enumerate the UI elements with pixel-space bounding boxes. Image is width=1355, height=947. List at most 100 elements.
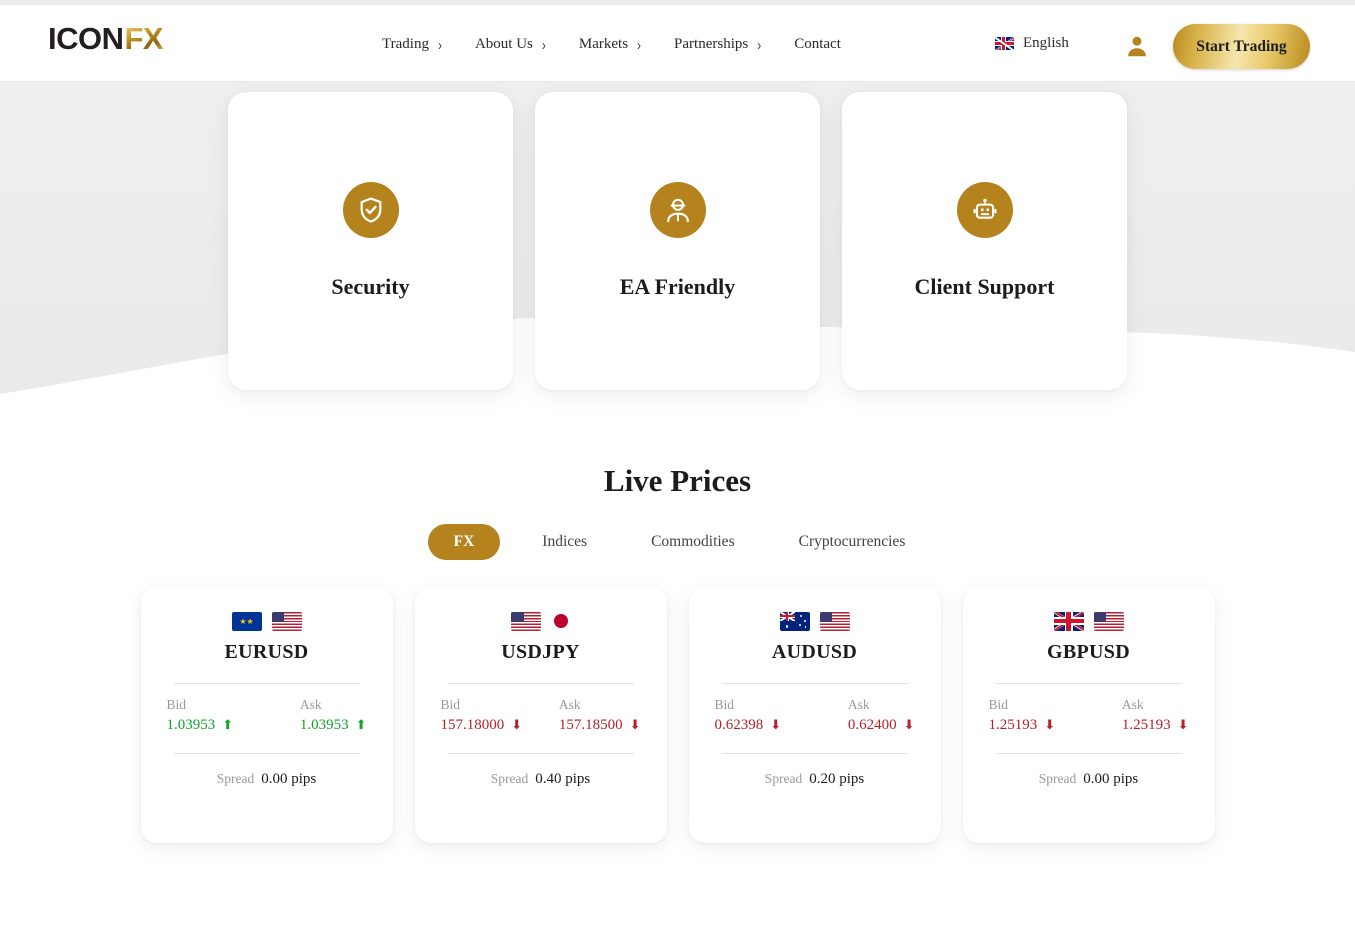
spread-value: 0.20 pips [809,771,865,787]
bid-value-wrap: 1.03953 ⬆ [167,717,234,734]
price-card-eurusd[interactable]: ★★ EURUSD Bid 1.03953 ⬆ Ask 1.03953 ⬆ Sp… [140,587,393,843]
spread-label: Spread [764,771,803,786]
site-header: ICON FX Trading › About Us › Markets › Pa… [0,5,1355,82]
logo-text-accent: FX [124,21,164,56]
shield-check-icon [342,182,399,238]
feature-card-security[interactable]: Security [228,92,513,390]
brand-logo[interactable]: ICON FX [48,21,164,56]
bid-label: Bid [166,697,187,712]
bid-value: 157.18000 [440,717,505,733]
nav-label: About Us [474,36,533,52]
flag-pair [1053,611,1124,631]
bid-quote: Bid 157.18000 ⬇ [441,697,523,734]
au-flag-icon [779,611,810,631]
bid-quote: Bid 1.03953 ⬆ [167,697,234,734]
card-divider-top [721,683,908,684]
spread-value: 0.00 pips [261,771,317,787]
main-navigation: Trading › About Us › Markets › Partnersh… [382,35,841,54]
arrow-down-icon: ⬇ [903,718,915,733]
nav-label: Contact [794,36,841,52]
arrow-down-icon: ⬇ [511,718,523,733]
chevron-right-icon: › [541,35,546,54]
card-divider-bottom [721,753,908,754]
tab-indices[interactable]: Indices [520,524,609,560]
ask-label: Ask [299,697,322,712]
quote-row: Bid 157.18000 ⬇ Ask 157.18500 ⬇ [439,697,643,734]
spread-label: Spread [1038,771,1077,786]
quote-row: Bid 1.03953 ⬆ Ask 1.03953 ⬆ [165,697,369,734]
arrow-down-icon: ⬇ [629,718,641,733]
feature-cards-row: Security EA Friendly Client Support [0,92,1355,390]
chevron-right-icon: › [637,35,642,54]
ask-label: Ask [1121,697,1144,712]
price-card-gbpusd[interactable]: GBPUSD Bid 1.25193 ⬇ Ask 1.25193 ⬇ Sprea… [962,587,1215,843]
spread-row: Spread 0.20 pips [765,771,865,788]
ask-quote: Ask 0.62400 ⬇ [848,697,915,734]
quote-row: Bid 0.62398 ⬇ Ask 0.62400 ⬇ [713,697,917,734]
pair-symbol: AUDUSD [771,641,858,663]
bid-value: 1.25193 [988,717,1038,733]
card-divider-top [173,683,360,684]
nav-item-markets[interactable]: Markets › [579,35,642,54]
feature-card-ea-friendly[interactable]: EA Friendly [535,92,820,390]
nav-item-trading[interactable]: Trading › [382,35,442,54]
us-flag-icon [819,611,850,631]
spread-row: Spread 0.00 pips [1039,771,1139,788]
card-divider-top [447,683,634,684]
arrow-up-icon: ⬆ [222,718,234,733]
arrow-down-icon: ⬇ [770,718,782,733]
logo-text-primary: ICON [48,21,124,56]
card-divider-bottom [447,753,634,754]
feature-title: EA Friendly [619,274,736,299]
ask-label: Ask [847,697,870,712]
feature-title: Client Support [914,274,1055,299]
bid-label: Bid [440,697,461,712]
ask-quote: Ask 1.25193 ⬇ [1122,697,1189,734]
ask-value-wrap: 1.03953 ⬆ [300,717,367,734]
tab-cryptocurrencies[interactable]: Cryptocurrencies [777,524,928,560]
us-flag-icon [511,611,541,631]
user-account-icon[interactable] [1124,33,1150,59]
start-trading-button[interactable]: Start Trading [1173,24,1310,69]
bid-value: 0.62398 [714,717,764,733]
bid-value: 1.03953 [166,717,216,733]
flag-pair: ★★ [231,611,302,631]
feature-card-client-support[interactable]: Client Support [842,92,1127,390]
market-category-tabs: FX Indices Commodities Cryptocurrencies [0,524,1355,560]
spread-value: 0.00 pips [1083,771,1139,787]
bid-label: Bid [988,697,1009,712]
bid-value-wrap: 157.18000 ⬇ [441,717,523,734]
robot-icon [956,182,1013,238]
price-card-usdjpy[interactable]: USDJPY Bid 157.18000 ⬇ Ask 157.18500 ⬇ S… [414,587,667,843]
arrow-up-icon: ⬆ [355,718,367,733]
us-flag-icon [1093,611,1124,631]
nav-label: Trading [382,36,429,52]
bid-value-wrap: 1.25193 ⬇ [989,717,1056,734]
tab-fx[interactable]: FX [427,524,501,560]
spread-label: Spread [216,771,255,786]
nav-item-partnerships[interactable]: Partnerships › [674,35,762,54]
support-agent-icon [649,182,706,238]
arrow-down-icon: ⬇ [1177,718,1189,733]
language-label: English [1023,35,1069,51]
pair-symbol: USDJPY [501,641,580,663]
nav-item-about-us[interactable]: About Us › [474,35,546,54]
language-selector[interactable]: English [995,35,1069,52]
us-flag-icon [271,611,302,631]
chevron-right-icon: › [757,35,762,54]
ask-value: 1.03953 [299,717,349,733]
flag-pair [779,611,850,631]
arrow-down-icon: ⬇ [1044,718,1056,733]
spread-row: Spread 0.40 pips [491,771,591,788]
tab-commodities[interactable]: Commodities [629,524,757,560]
chevron-right-icon: › [437,35,442,54]
price-card-audusd[interactable]: AUDUSD Bid 0.62398 ⬇ Ask 0.62400 ⬇ Sprea… [688,587,941,843]
spread-label: Spread [490,771,529,786]
nav-item-contact[interactable]: Contact [794,36,841,53]
bid-value-wrap: 0.62398 ⬇ [715,717,782,734]
nav-label: Partnerships [674,36,749,52]
card-divider-bottom [173,753,360,754]
card-divider-top [995,683,1182,684]
flag-pair [511,611,570,631]
pair-symbol: GBPUSD [1047,641,1130,663]
